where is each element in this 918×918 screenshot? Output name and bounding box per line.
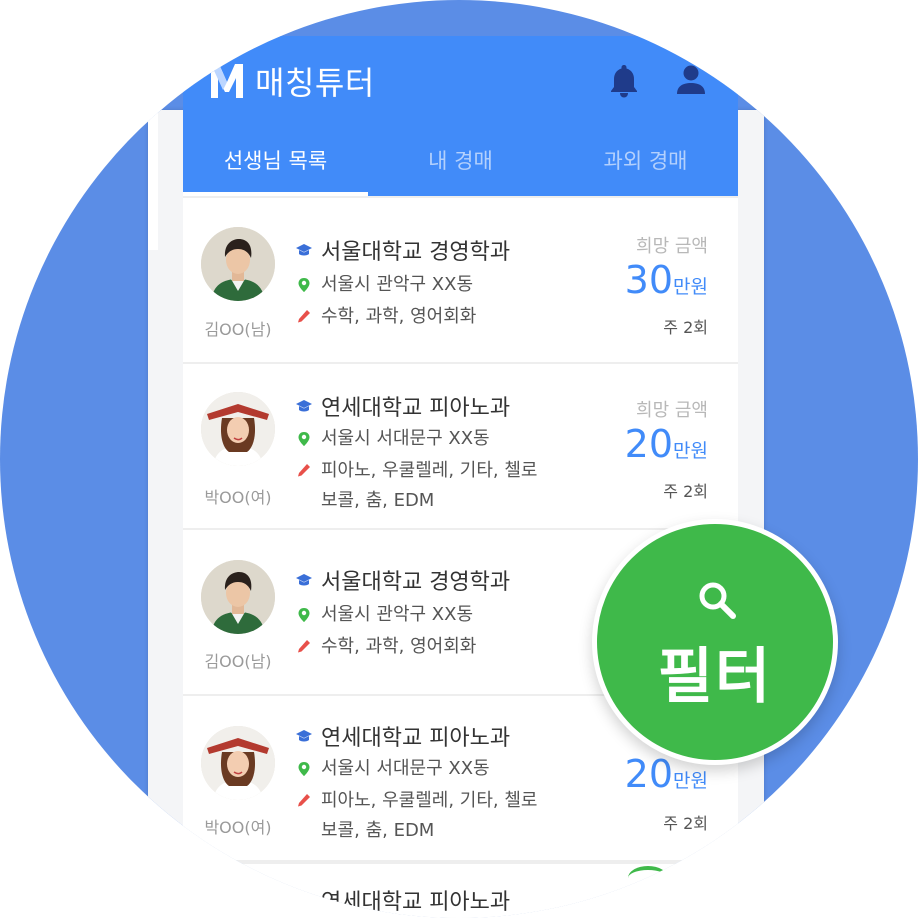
frequency: 주 2회	[663, 482, 708, 501]
frequency: 주 2회	[663, 814, 708, 833]
subjects-text: 피아노, 우쿨렐레, 기타, 첼로	[321, 460, 538, 481]
school-name: 서울대학교 경영학과	[321, 240, 511, 265]
bell-icon[interactable]	[607, 62, 641, 98]
subjects-row: 피아노, 우쿨렐레, 기타, 첼로 보콜, 춤, EDM	[297, 456, 538, 516]
subjects-text: 수학, 과학, 영어회화	[321, 636, 477, 657]
logo-icon	[211, 64, 243, 98]
location-row: 서울시 서대문구 XX동	[297, 754, 490, 784]
graduation-cap-icon	[296, 244, 312, 256]
price-number: 30	[624, 258, 674, 302]
school-name: 연세대학교 피아노과	[321, 890, 511, 915]
subjects-text-2: 보콜, 춤, EDM	[321, 820, 435, 841]
teacher-name: 박OO(여)	[204, 488, 272, 507]
price-number: 20	[624, 752, 674, 796]
tab-bar: 선생님 목록 내 경매 과외 경매	[183, 132, 738, 196]
subjects-row: 수학, 과학, 영어회화	[297, 302, 476, 332]
price-unit: 만원	[673, 770, 708, 792]
price-number: 20	[624, 422, 674, 466]
subjects-text: 피아노, 우쿨렐레, 기타, 첼로	[321, 790, 538, 811]
female-portrait-image	[201, 726, 275, 800]
location-pin-icon	[298, 762, 310, 776]
avatar	[201, 726, 275, 800]
teacher-name: 김OO(남)	[204, 320, 272, 339]
tab-teacher-list[interactable]: 선생님 목록	[183, 132, 368, 196]
school-name: 연세대학교 피아노과	[321, 396, 511, 421]
subjects-text: 수학, 과학, 영어회화	[321, 306, 477, 327]
teacher-card[interactable]: 박OO(여) 연세대학교 피아노과 서울시 서대문구 XX동 피아노, 우쿨렐레…	[183, 364, 738, 528]
location-pin-icon	[298, 278, 310, 292]
user-icon[interactable]	[675, 64, 707, 96]
avatar	[201, 392, 275, 466]
price-value: 20만원	[625, 424, 708, 471]
search-icon	[699, 582, 736, 619]
graduation-cap-icon	[296, 400, 312, 412]
price-unit: 만원	[673, 276, 708, 298]
male-portrait-image	[201, 227, 275, 301]
frequency: 주 2회	[663, 318, 708, 337]
school-row: 연세대학교 피아노과	[295, 884, 510, 916]
school-row: 연세대학교 피아노과	[295, 390, 510, 422]
subjects-row: 수학, 과학, 영어회화	[297, 632, 476, 662]
school-name: 서울대학교 경영학과	[321, 570, 511, 595]
location-pin-icon	[298, 608, 310, 622]
phone-screen: 매칭튜터 선생님 목록 내 경매 과외 경매 김OO(남) 서울대학교 경영학과…	[183, 36, 738, 918]
pencil-icon	[298, 464, 310, 477]
location-text: 서울시 서대문구 XX동	[321, 428, 490, 449]
female-portrait-image	[201, 392, 275, 466]
location-row: 서울시 서대문구 XX동	[297, 424, 490, 454]
app-bar: 매칭튜터 선생님 목록 내 경매 과외 경매	[183, 36, 738, 196]
graduation-cap-icon	[296, 730, 312, 742]
price-value: 30만원	[625, 260, 708, 307]
avatar	[201, 560, 275, 634]
graduation-cap-icon	[296, 574, 312, 586]
pencil-icon	[298, 794, 310, 807]
filter-button[interactable]: 필터	[592, 519, 838, 765]
school-name: 연세대학교 피아노과	[321, 726, 511, 751]
price-label: 희망 금액	[636, 400, 708, 421]
background-circle: 매칭튜터 선생님 목록 내 경매 과외 경매 김OO(남) 서울대학교 경영학과…	[0, 0, 918, 918]
filter-label: 필터	[657, 642, 773, 712]
pencil-icon	[298, 640, 310, 653]
teacher-card[interactable]: 김OO(남) 서울대학교 경영학과 서울시 관악구 XX동 수학, 과학, 영어…	[183, 198, 738, 362]
subjects-text-2: 보콜, 춤, EDM	[321, 490, 435, 511]
male-portrait-image	[201, 560, 275, 634]
frame-edge	[148, 110, 158, 250]
fab-shadow-edge	[628, 866, 668, 890]
price-unit: 만원	[673, 440, 708, 462]
subjects-row: 피아노, 우쿨렐레, 기타, 첼로 보콜, 춤, EDM	[297, 786, 538, 846]
price-label: 희망 금액	[636, 236, 708, 257]
tab-tutoring-auction[interactable]: 과외 경매	[553, 132, 738, 196]
pencil-icon	[298, 310, 310, 323]
location-row: 서울시 관악구 XX동	[297, 270, 473, 300]
location-text: 서울시 관악구 XX동	[321, 604, 474, 625]
location-pin-icon	[298, 432, 310, 446]
teacher-name: 박OO(여)	[204, 818, 272, 837]
school-row: 서울대학교 경영학과	[295, 564, 510, 596]
tab-my-auction[interactable]: 내 경매	[368, 132, 553, 196]
location-text: 서울시 관악구 XX동	[321, 274, 474, 295]
app-title: 매칭튜터	[255, 64, 375, 102]
school-row: 연세대학교 피아노과	[295, 720, 510, 752]
avatar	[201, 227, 275, 301]
location-text: 서울시 서대문구 XX동	[321, 758, 490, 779]
school-row: 서울대학교 경영학과	[295, 234, 510, 266]
teacher-name: 김OO(남)	[204, 652, 272, 671]
location-row: 서울시 관악구 XX동	[297, 600, 473, 630]
